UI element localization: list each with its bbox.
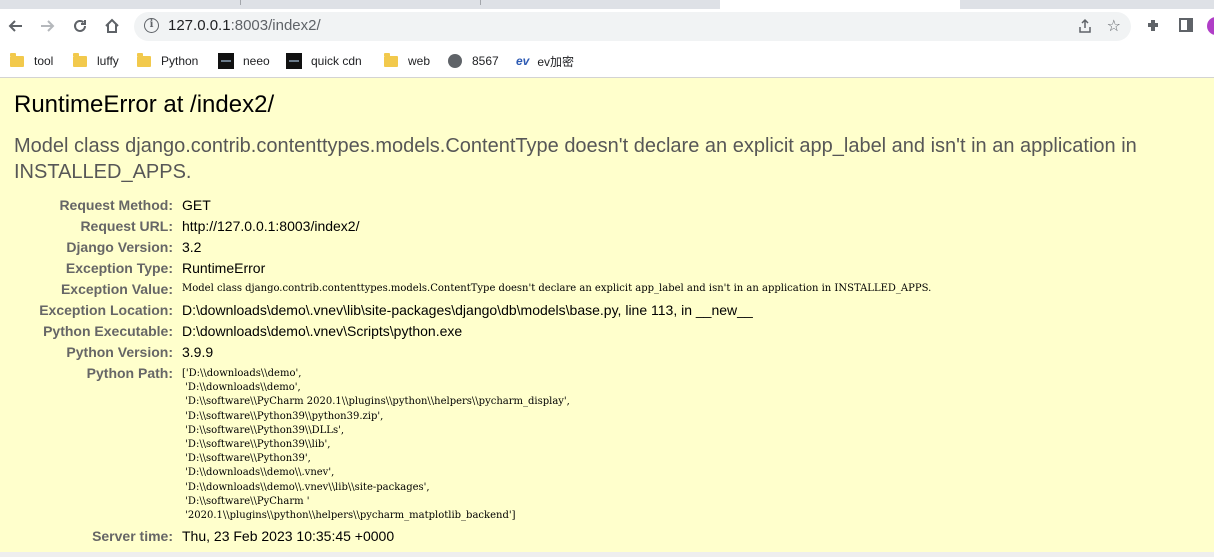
bookmark-web[interactable]: web [384,51,430,71]
bookmark-label: quick cdn [311,54,362,68]
table-row: Request URL: http://127.0.0.1:8003/index2… [0,216,931,237]
meta-value: D:\downloads\demo\.vnev\lib\site-package… [182,302,753,318]
meta-label: Python Version: [66,344,173,360]
meta-value: Thu, 23 Feb 2023 10:35:45 +0000 [182,528,395,545]
bookmark-neeo[interactable]: neeo [218,51,270,71]
tab-separator [480,0,481,5]
ev-icon: ev [516,54,530,68]
table-row: Django Version: 3.2 [0,237,931,258]
share-icon[interactable] [1077,18,1093,34]
site-info-icon[interactable]: i [144,18,159,33]
bookmark-label: Python [161,54,199,68]
tab-strip [0,0,1214,9]
request-meta-table: Request Method: GET Request URL: http://12… [0,195,931,547]
table-row: Python Executable: D:\downloads\demo\.vne… [0,321,931,342]
meta-label: Request URL: [80,218,173,234]
bookmark-luffy[interactable]: luffy [73,51,119,71]
meta-label: Server time: [92,528,173,545]
meta-value: D:\downloads\demo\.vnev\Scripts\python.e… [182,323,463,339]
bookmark-quick-cdn[interactable]: quick cdn [286,51,362,71]
inactive-tab[interactable] [0,0,718,9]
tab-separator [240,0,241,5]
table-row: Python Version: 3.9.9 [0,342,931,363]
folder-icon [10,52,24,67]
address-bar[interactable]: i 127.0.0.1:8003/index2/ ☆ [134,12,1131,41]
back-button[interactable] [2,13,28,39]
bookmark-label: neeo [243,54,270,68]
arrow-left-icon [8,20,22,32]
bookmark-tool[interactable]: tool [10,51,53,71]
meta-label: Exception Type: [65,260,173,276]
forward-button[interactable] [35,13,61,39]
extensions-icon[interactable] [1146,17,1162,37]
reload-button[interactable] [67,13,93,39]
page-title: RuntimeError at /index2/ [14,91,275,118]
home-button[interactable] [99,13,125,39]
site-icon [286,53,302,69]
folder-icon [137,52,151,67]
table-row: Exception Value: Model class django.contr… [0,279,931,300]
arrow-right-icon [41,20,55,32]
bookmark-python[interactable]: Python [137,51,198,71]
bookmark-label: web [408,54,431,68]
meta-label: Request Method: [59,197,173,213]
url-host: 127.0.0.1 [168,17,231,34]
bookmarks-bar: tool luffy Python neeo quick cdn web 856… [0,45,1214,78]
bookmark-label: tool [34,54,54,68]
table-row: Server time: Thu, 23 Feb 2023 10:35:45 +0… [0,526,931,547]
bookmark-label: luffy [97,54,119,68]
meta-label: Exception Value: [60,281,173,297]
meta-label: Django Version: [66,239,173,255]
bookmark-8567[interactable]: 8567 [448,51,499,71]
url-path: :8003/index2/ [230,17,321,34]
table-row: Request Method: GET [0,195,931,216]
meta-value: 3.9.9 [182,344,214,360]
bookmark-ev[interactable]: ev ev加密 [516,51,574,71]
bookmark-label: ev加密 [537,54,575,69]
python-path-value: ['D:\\downloads\\demo', 'D:\\downloads\\… [182,368,570,522]
home-icon [105,18,119,33]
meta-value: http://127.0.0.1:8003/index2/ [182,218,360,234]
meta-label: Python Executable: [43,323,173,339]
meta-label: Exception Location: [39,302,173,318]
browser-toolbar: i 127.0.0.1:8003/index2/ ☆ [0,9,1214,45]
folder-icon [384,52,398,67]
meta-value: Model class django.contrib.contenttypes.… [182,283,932,294]
exception-message: Model class django.contrib.contenttypes.… [14,135,1137,183]
side-panel-icon[interactable] [1178,17,1194,37]
meta-label: Python Path: [86,365,173,381]
meta-value: GET [182,197,211,213]
table-row: Exception Location: D:\downloads\demo\.vn… [0,300,931,321]
table-row: Exception Type: RuntimeError [0,258,931,279]
meta-value: RuntimeError [182,260,266,276]
active-tab[interactable] [720,0,960,9]
bookmark-star-icon[interactable]: ☆ [1107,16,1121,35]
globe-icon [448,54,462,68]
reload-icon [74,19,86,32]
table-row: Python Path: ['D:\\downloads\\demo', 'D:\… [0,363,931,526]
section-divider [0,552,1214,557]
folder-icon [73,52,87,67]
site-icon [218,53,234,69]
meta-value: 3.2 [182,239,202,255]
bookmark-label: 8567 [472,54,499,68]
url-text[interactable]: 127.0.0.1:8003/index2/ [168,17,321,34]
error-summary: RuntimeError at /index2/ Model class dja… [0,78,1214,552]
